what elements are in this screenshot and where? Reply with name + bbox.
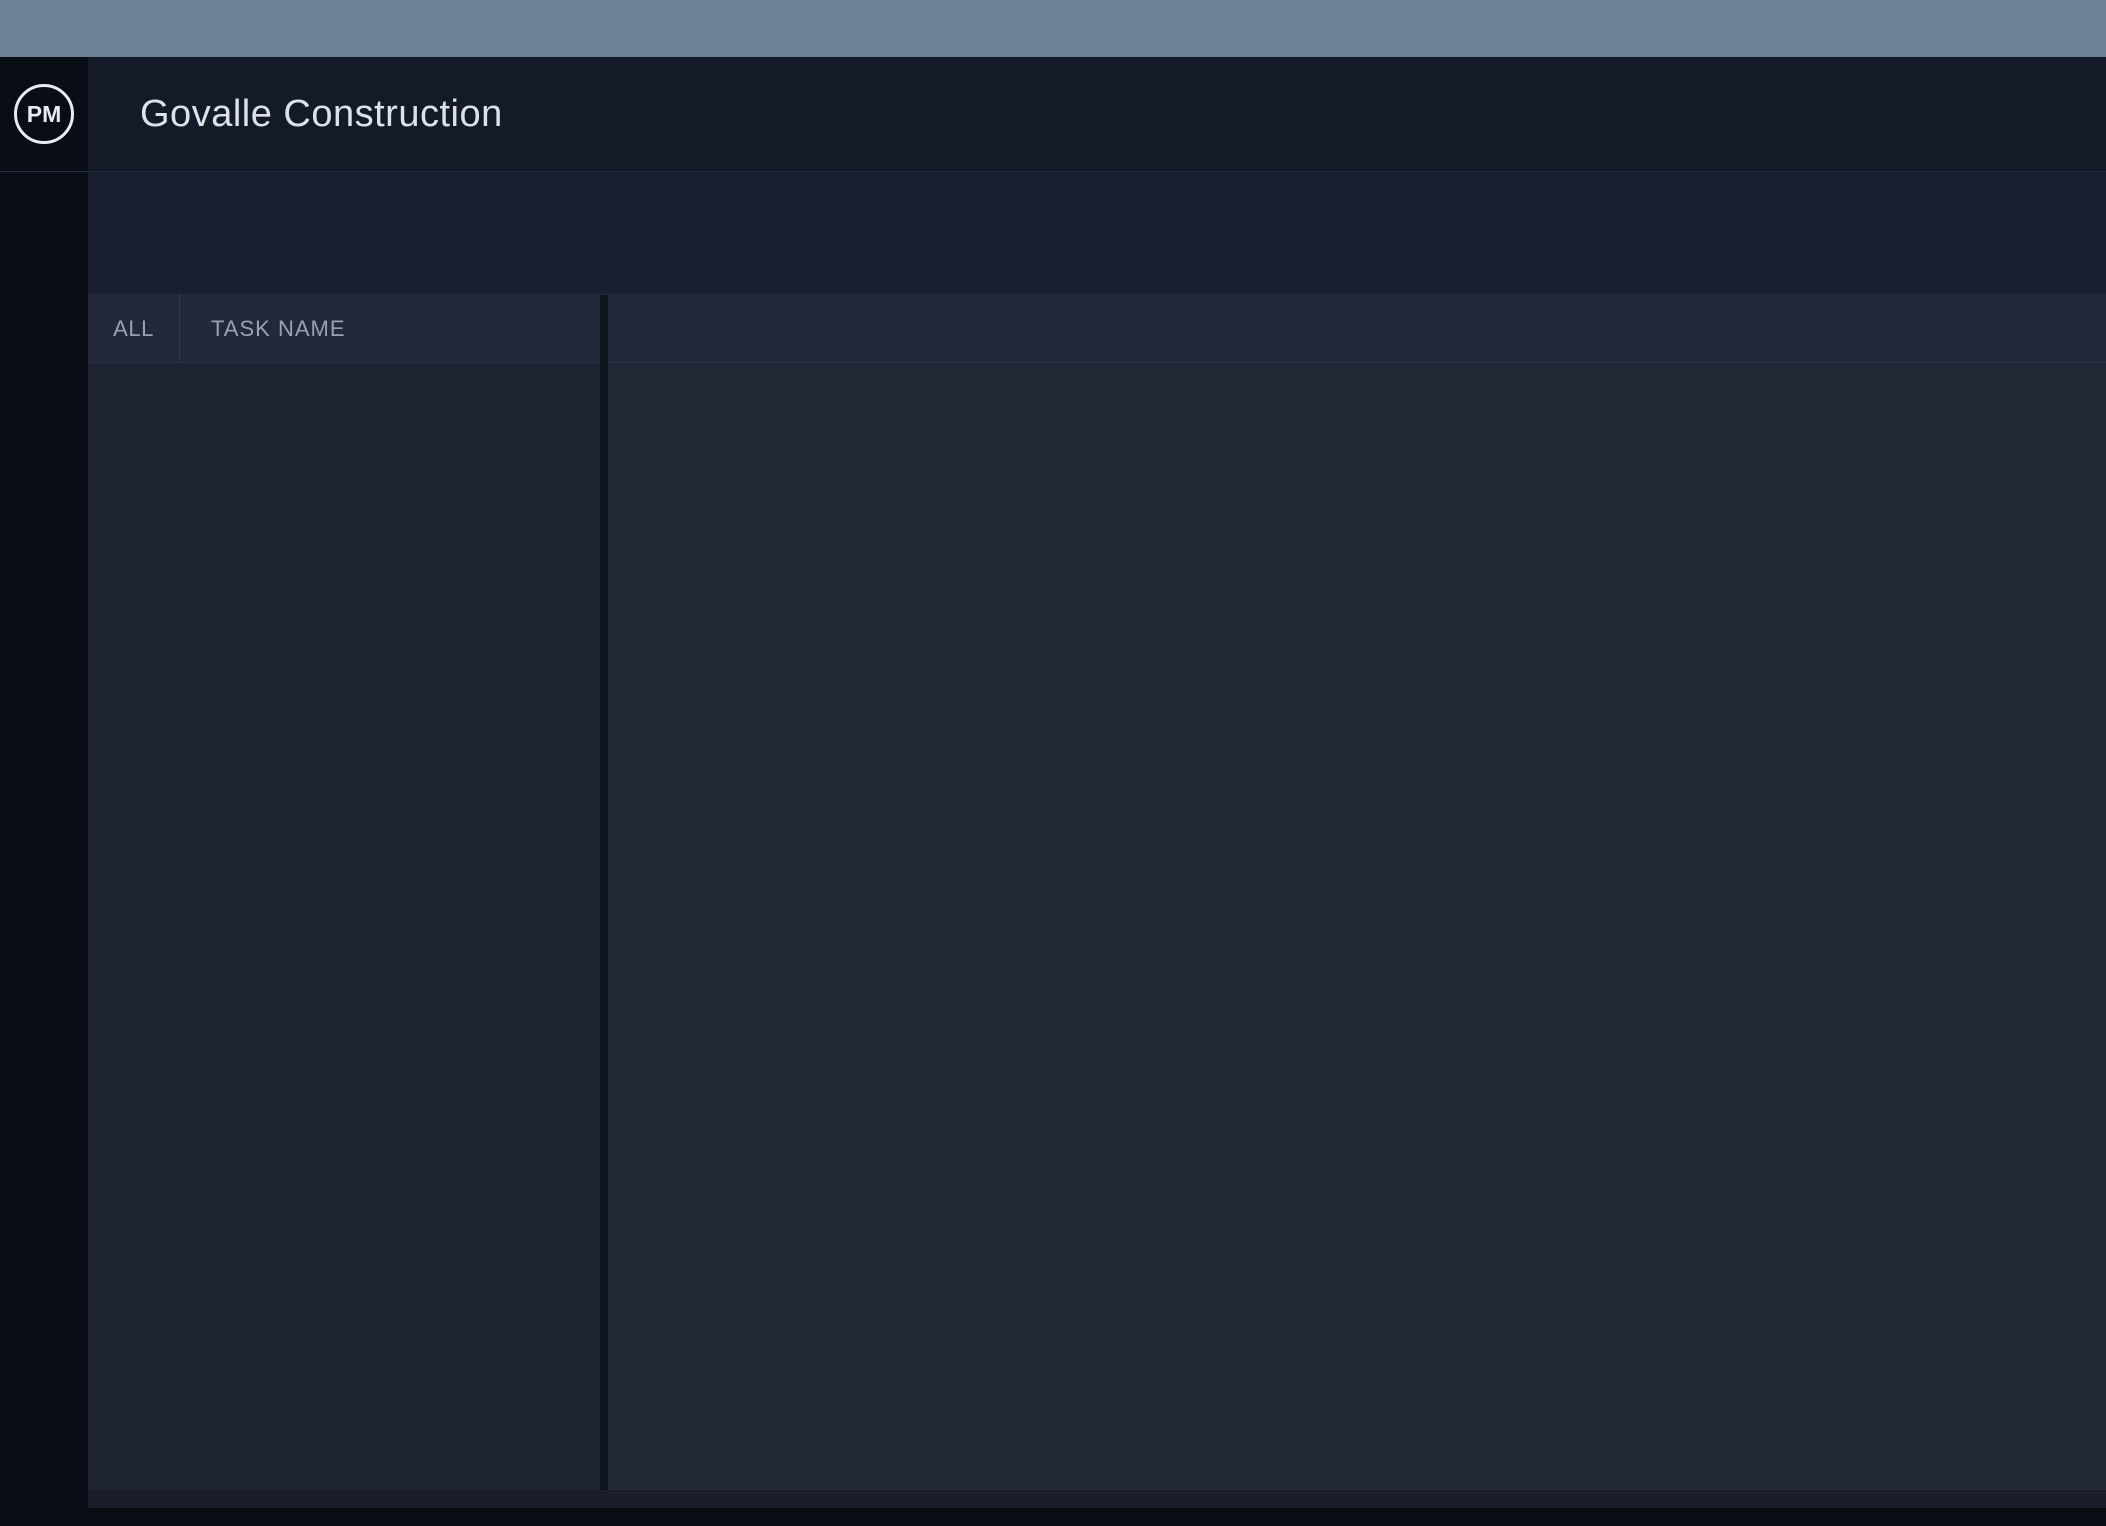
bottom-bar: [0, 1508, 2106, 1526]
task-list: [88, 363, 600, 1490]
gantt-toolbar: [0, 172, 2106, 295]
panel-resize-handle[interactable]: [600, 295, 608, 1490]
grid-header: ALL TASK NAME: [88, 295, 2106, 363]
pm-logo-icon[interactable]: PM: [14, 84, 74, 144]
left-nav: [0, 172, 88, 1508]
window-titlebar: [0, 0, 2106, 57]
gantt-chart: [608, 363, 2106, 1490]
project-title: Govalle Construction: [140, 92, 503, 135]
horizontal-scroll-area: [88, 1490, 2106, 1508]
logo-block: PM: [0, 57, 88, 171]
column-header-all[interactable]: ALL: [88, 295, 180, 362]
column-header-task-name[interactable]: TASK NAME: [181, 295, 346, 362]
app-header: PM Govalle Construction: [0, 57, 2106, 172]
timeline-header: [608, 295, 2106, 362]
